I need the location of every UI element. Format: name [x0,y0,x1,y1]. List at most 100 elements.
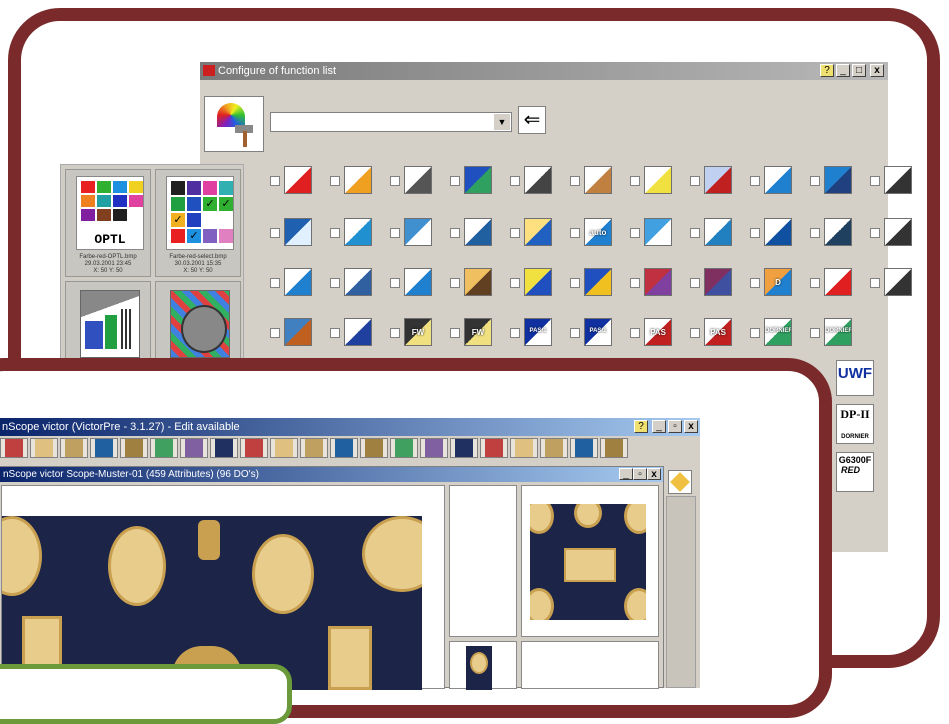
toolbar-button[interactable] [0,438,28,458]
toolbar-button[interactable] [360,438,388,458]
restore-button[interactable]: ▫ [668,420,682,433]
function-checkbox[interactable] [630,228,640,238]
function-icon[interactable] [464,166,492,194]
function-icon[interactable] [524,166,552,194]
toolbar-button[interactable] [510,438,538,458]
close-button[interactable]: x [684,420,698,433]
function-checkbox[interactable] [690,278,700,288]
function-checkbox[interactable] [270,228,280,238]
function-icon[interactable]: FW [464,318,492,346]
function-icon[interactable] [524,268,552,296]
function-icon[interactable]: PAS [644,318,672,346]
function-icon[interactable] [404,218,432,246]
toolbar-button[interactable] [150,438,178,458]
dp-ii-icon[interactable]: DP-II DORNIER [836,404,874,444]
paint-tool-icon[interactable] [204,96,264,152]
function-checkbox[interactable] [630,328,640,338]
design-canvas[interactable] [1,485,445,690]
toolbar-button[interactable] [330,438,358,458]
function-icon[interactable] [584,268,612,296]
function-checkbox[interactable] [750,278,760,288]
function-checkbox[interactable] [570,228,580,238]
function-icon[interactable]: PAS [704,318,732,346]
function-checkbox[interactable] [270,176,280,186]
function-checkbox[interactable] [390,278,400,288]
function-icon[interactable] [824,218,852,246]
function-icon[interactable]: PAS/1 [584,318,612,346]
toolbar-button[interactable] [600,438,628,458]
thumbnail-loom[interactable] [65,281,151,361]
function-checkbox[interactable] [570,278,580,288]
function-icon[interactable] [464,268,492,296]
function-icon[interactable] [644,218,672,246]
doc-restore-button[interactable]: ▫ [633,468,647,480]
doc-close-button[interactable]: x [647,468,661,480]
function-checkbox[interactable] [330,228,340,238]
function-checkbox[interactable] [690,328,700,338]
function-icon[interactable] [644,268,672,296]
function-icon[interactable] [884,268,912,296]
function-icon[interactable] [884,166,912,194]
function-icon[interactable] [764,166,792,194]
side-tool-button[interactable] [668,470,692,494]
function-icon[interactable]: DORNIER [824,318,852,346]
function-checkbox[interactable] [870,176,880,186]
function-icon[interactable] [344,218,372,246]
g6300f-icon[interactable]: G6300F RED [836,452,874,492]
function-checkbox[interactable] [750,176,760,186]
function-icon[interactable] [884,218,912,246]
function-checkbox[interactable] [330,176,340,186]
toolbar-button[interactable] [300,438,328,458]
function-icon[interactable]: DORNIER [764,318,792,346]
toolbar-button[interactable] [270,438,298,458]
function-checkbox[interactable] [450,328,460,338]
preview-panel-repeat[interactable] [521,485,659,637]
toolbar-button[interactable] [90,438,118,458]
function-checkbox[interactable] [510,228,520,238]
function-icon[interactable]: D [764,268,792,296]
help-button[interactable]: ? [820,64,834,77]
toolbar-button[interactable] [210,438,238,458]
function-checkbox[interactable] [810,228,820,238]
toolbar-button[interactable] [480,438,508,458]
function-checkbox[interactable] [270,278,280,288]
function-checkbox[interactable] [450,228,460,238]
function-checkbox[interactable] [510,278,520,288]
function-icon[interactable] [344,318,372,346]
function-icon[interactable] [764,218,792,246]
function-icon[interactable] [284,166,312,194]
function-checkbox[interactable] [630,278,640,288]
function-checkbox[interactable] [270,328,280,338]
help-button[interactable]: ? [634,420,648,433]
minimize-button[interactable]: _ [652,420,666,433]
function-icon[interactable] [404,268,432,296]
function-checkbox[interactable] [750,228,760,238]
function-checkbox[interactable] [690,228,700,238]
back-arrow-button[interactable]: ⇐ [518,106,546,134]
toolbar-button[interactable] [570,438,598,458]
function-icon[interactable] [584,166,612,194]
uwf-icon[interactable]: UWF [836,360,874,396]
function-checkbox[interactable] [870,278,880,288]
function-checkbox[interactable] [570,176,580,186]
minimize-button[interactable]: _ [836,64,850,77]
function-checkbox[interactable] [870,228,880,238]
doc-minimize-button[interactable]: _ [619,468,633,480]
function-checkbox[interactable] [690,176,700,186]
function-icon[interactable] [284,268,312,296]
function-icon[interactable]: PAS/1 [524,318,552,346]
function-checkbox[interactable] [630,176,640,186]
toolbar-button[interactable] [540,438,568,458]
chevron-down-icon[interactable]: ▼ [494,114,510,130]
function-checkbox[interactable] [390,176,400,186]
function-checkbox[interactable] [810,176,820,186]
function-checkbox[interactable] [810,278,820,288]
toolbar-button[interactable] [390,438,418,458]
function-icon[interactable] [704,218,732,246]
function-icon[interactable] [524,218,552,246]
function-icon[interactable] [344,268,372,296]
function-icon[interactable] [704,268,732,296]
function-icon[interactable] [824,268,852,296]
function-icon[interactable]: auto [584,218,612,246]
thumbnail-optl[interactable]: OPTL Farbe-red-OPTL.bmp 29.03.2001 23:45… [65,169,151,277]
